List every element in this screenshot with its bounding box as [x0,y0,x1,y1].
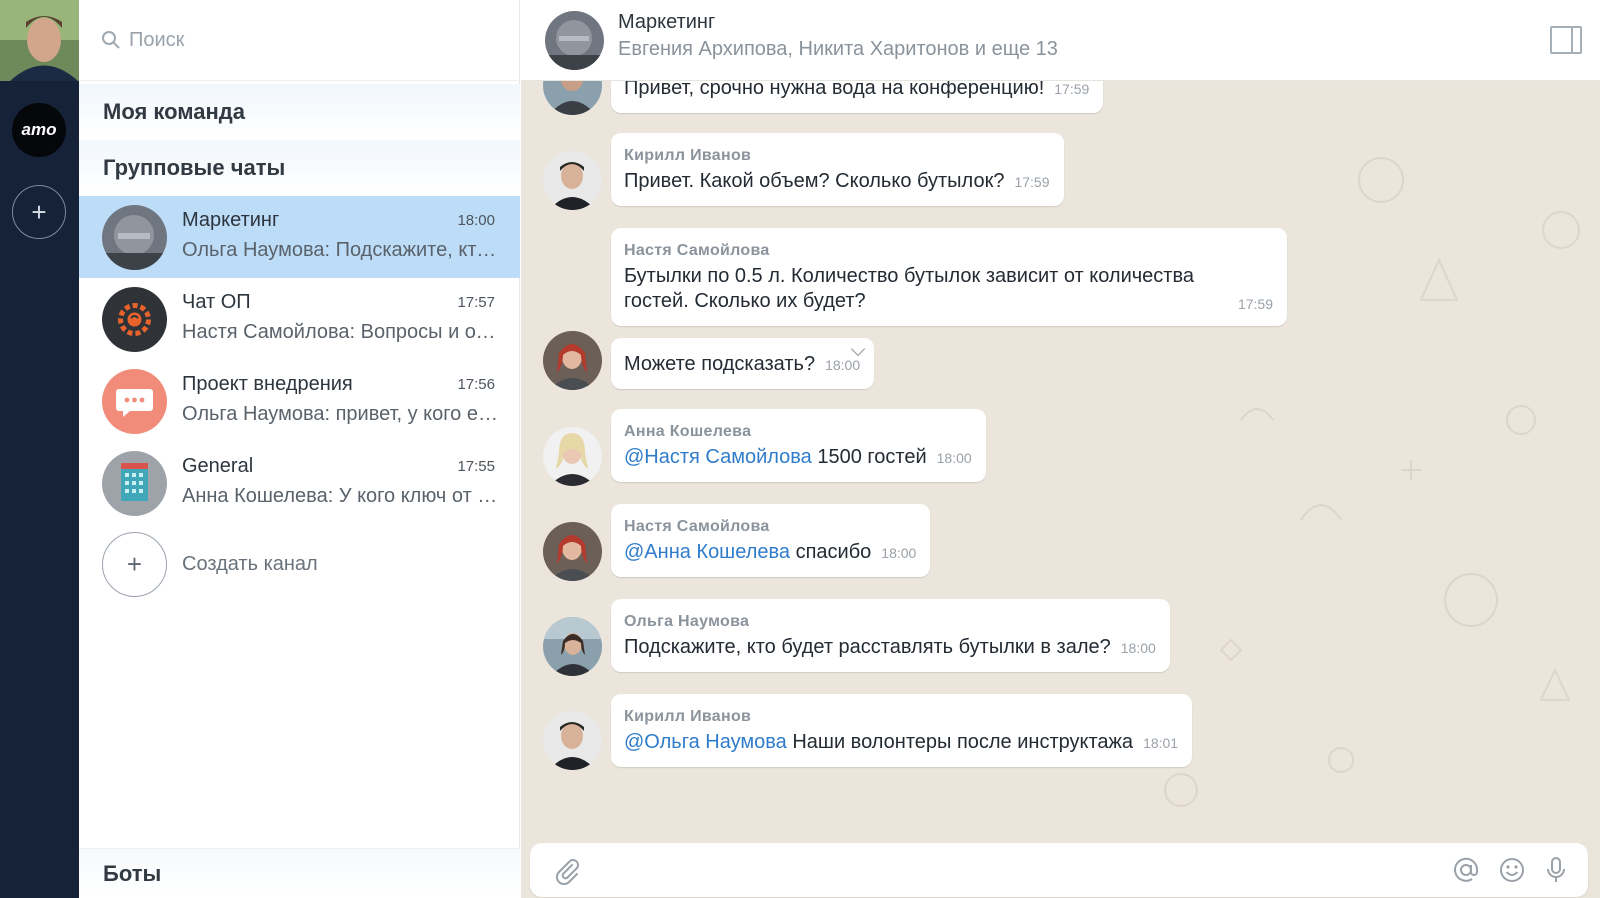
message-time: 18:00 [881,545,917,561]
plus-icon: + [102,532,167,597]
message-time: 17:59 [1014,174,1050,190]
message-composer[interactable] [530,843,1588,897]
message-author[interactable]: Настя Самойлова [624,518,916,536]
message-text: Наши волонтеры после инструктажа [786,731,1134,753]
message-author[interactable]: Кирилл Иванов [624,147,1050,165]
add-workspace-button[interactable]: + [12,185,66,239]
message-bubble: Можете подсказать? 18:00 [611,338,875,389]
emoji-icon[interactable] [1498,856,1526,884]
section-bots[interactable]: Боты [79,848,520,898]
conversation-header: Маркетинг Евгения Архипова, Никита Харит… [521,0,1600,81]
message-bubble: Анна Кошелева @Настя Самойлова 1500 гост… [611,409,986,482]
chat-name: Маркетинг [182,209,280,231]
message-time: 18:00 [1120,640,1156,656]
message-bubble: Кирилл Иванов @Ольга Наумова Наши волонт… [611,694,1193,767]
mention-icon[interactable] [1452,856,1480,884]
chat-preview: Анна Кошелева: У кого ключ от офиса? [182,485,500,507]
message-author[interactable]: Кирилл Иванов [624,708,1178,726]
section-my-team[interactable]: Моя команда [79,84,520,140]
message-list: Привет, срочно нужна вода на конференцию… [521,0,1600,898]
amo-logo[interactable]: amo [12,103,66,157]
message-time: 18:00 [825,357,861,373]
chat-name: General [182,455,254,477]
chat-avatar [102,287,167,352]
search-icon [102,31,120,49]
microphone-icon[interactable] [1544,856,1568,884]
app-rail: amo + [0,0,79,898]
message-text: Привет. Какой объем? Сколько бутылок? [624,170,1005,192]
sender-avatar [543,617,602,676]
chat-avatar [102,369,167,434]
plus-icon: + [31,196,47,227]
message-mention[interactable]: @Ольга Наумова [624,731,787,753]
chat-preview: Настя Самойлова: Вопросы и ответы [182,321,500,343]
amo-logo-text: amo [21,120,57,139]
message-text: спасибо [790,541,872,563]
chat-avatar [102,451,167,516]
conversation-pane: Маркетинг Евгения Архипова, Никита Харит… [521,0,1600,898]
message-text: 1500 гостей [811,446,927,468]
conversation-participants[interactable]: Евгения Архипова, Никита Харитонов и еще… [618,38,1058,61]
chat-time: 17:55 [457,458,495,475]
search-input[interactable]: Поиск [79,0,520,81]
message-author[interactable]: Ольга Наумова [624,613,1156,631]
chat-avatar [102,205,167,270]
message-mention[interactable]: @Настя Самойлова [624,446,812,468]
section-group-chats[interactable]: Групповые чаты [79,140,520,196]
message-mention[interactable]: @Анна Кошелева [624,541,790,563]
message-text: Бутылки по 0.5 л. Количество бутылок зав… [624,265,1194,312]
search-placeholder: Поиск [129,28,185,51]
chat-time: 17:56 [457,376,495,393]
chat-name: Чат ОП [182,291,251,313]
create-channel-button[interactable]: + Создать канал [102,532,318,597]
message-time: 17:59 [1054,81,1090,97]
message-text: Можете подсказать? [624,353,816,375]
message-author[interactable]: Настя Самойлова [624,242,1197,260]
message-bubble: Настя Самойлова Бутылки по 0.5 л. Количе… [611,228,1287,326]
create-channel-label: Создать канал [182,553,318,575]
chat-item-general[interactable]: General 17:55 Анна Кошелева: У кого ключ… [79,442,520,524]
chat-item-marketing[interactable]: Маркетинг 18:00 Ольга Наумова: Подскажит… [79,196,520,278]
chevron-down-icon[interactable] [851,341,866,357]
message-time: 18:00 [936,450,972,466]
sender-avatar [543,331,602,390]
sender-avatar [543,711,602,770]
message-text: Подскажите, кто будет расставлять бутылк… [624,636,1111,658]
sender-avatar [543,522,602,581]
attach-icon[interactable] [554,857,580,885]
message-time: 18:01 [1143,735,1179,751]
message-bubble: Кирилл Иванов Привет. Какой объем? Сколь… [611,133,1064,206]
message-bubble: Настя Самойлова @Анна Кошелева спасибо 18… [611,504,931,577]
side-panel-toggle-icon[interactable] [1550,26,1582,54]
chat-item-project[interactable]: Проект внедрения 17:56 Ольга Наумова: пр… [79,360,520,442]
sender-avatar [543,151,602,210]
message-time: 17:59 [1237,296,1273,312]
chat-time: 18:00 [457,212,495,229]
chat-item-op[interactable]: Чат ОП 17:57 Настя Самойлова: Вопросы и … [79,278,520,360]
chat-preview: Ольга Наумова: Подскажите, кто будет рас… [182,239,500,261]
chat-preview: Ольга Наумова: привет, у кого есть досту… [182,403,500,425]
chat-time: 17:57 [457,294,495,311]
sender-avatar [543,427,602,486]
message-author[interactable]: Анна Кошелева [624,423,972,441]
chat-name: Проект внедрения [182,373,353,395]
message-bubble: Ольга Наумова Подскажите, кто будет расс… [611,599,1170,672]
chat-list-panel: Поиск Моя команда Групповые чаты Маркети… [79,0,520,898]
user-avatar[interactable] [0,0,79,81]
group-avatar[interactable] [545,11,604,70]
conversation-title: Маркетинг [618,11,716,33]
